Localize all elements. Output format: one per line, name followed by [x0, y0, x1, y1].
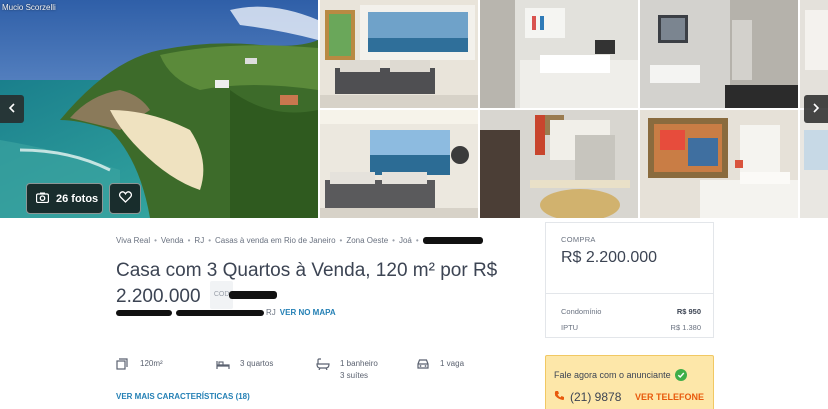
- heart-icon: [118, 190, 132, 208]
- breadcrumb: Viva Real • Venda • RJ • Casas à venda e…: [116, 236, 483, 245]
- photo-gallery: Mucio Scorzelli 26 fotos: [0, 0, 828, 218]
- breadcrumb-item[interactable]: Venda: [161, 236, 184, 245]
- feature-item: 3 quartos: [216, 358, 273, 370]
- listing-code-label: COD: [213, 291, 230, 298]
- price-card: COMPRA R$ 2.200.000 Condomínio R$ 950 IP…: [545, 222, 714, 338]
- feature-item: 120m²: [116, 358, 163, 370]
- feature-area: 120m²: [140, 359, 163, 368]
- gallery-thumbnail[interactable]: [480, 0, 638, 108]
- iptu-label: IPTU: [561, 323, 579, 332]
- feature-item: 1 vaga: [416, 358, 464, 370]
- redaction-bar: [228, 291, 277, 299]
- show-phone-button[interactable]: VER TELEFONE: [635, 392, 704, 402]
- gallery-next-button[interactable]: [804, 95, 828, 123]
- chevron-left-icon: [8, 100, 16, 118]
- gallery-thumbnail[interactable]: [800, 0, 828, 108]
- condominio-value: R$ 950: [676, 307, 701, 316]
- gallery-prev-button[interactable]: [0, 95, 24, 123]
- car-icon: [416, 358, 430, 370]
- view-on-map-link[interactable]: VER NO MAPA: [280, 308, 336, 317]
- feature-item: 1 banheiro 3 suítes: [316, 358, 378, 382]
- listing-title: Casa com 3 Quartos à Venda, 120 m² por R…: [116, 259, 536, 311]
- redaction-bar: [176, 309, 264, 316]
- gallery-thumbnail[interactable]: [800, 110, 828, 218]
- feature-bathrooms-text: 1 banheiro: [340, 359, 378, 368]
- chevron-right-icon: [812, 100, 820, 118]
- price-divider: [546, 293, 713, 294]
- breadcrumb-separator: •: [392, 236, 395, 245]
- bed-icon: [216, 358, 230, 370]
- favorite-button[interactable]: [109, 183, 141, 214]
- iptu-row: IPTU R$ 1.380: [561, 323, 701, 332]
- condominio-row: Condomínio R$ 950: [561, 307, 701, 316]
- breadcrumb-separator: •: [154, 236, 157, 245]
- gallery-thumbnail[interactable]: [640, 0, 798, 108]
- feature-suites-text: 3 suítes: [340, 371, 369, 380]
- camera-icon: [35, 192, 50, 206]
- phone-row: (21) 9878: [554, 390, 621, 404]
- breadcrumb-item[interactable]: RJ: [194, 236, 204, 245]
- breadcrumb-separator: •: [187, 236, 191, 245]
- redaction-bar: [422, 237, 483, 244]
- feature-bathrooms: 1 banheiro 3 suítes: [340, 358, 378, 382]
- feature-bedrooms: 3 quartos: [240, 359, 274, 368]
- breadcrumb-separator: •: [415, 236, 419, 245]
- gallery-thumbnail[interactable]: [320, 110, 478, 218]
- contact-box: Fale agora com o anunciante (21) 9878 VE…: [545, 355, 714, 409]
- breadcrumb-separator: •: [208, 236, 212, 245]
- phone-icon: [554, 390, 565, 404]
- iptu-value: R$ 1.380: [670, 323, 701, 332]
- price-label: COMPRA: [561, 235, 596, 244]
- bath-icon: [316, 358, 330, 371]
- contact-title: Fale agora com o anunciante: [554, 369, 687, 381]
- gallery-thumbnail[interactable]: [320, 0, 478, 108]
- features-list: 120m² 3 quartos 1 banheiro 3 suítes 1 va…: [116, 358, 516, 384]
- more-features-link[interactable]: VER MAIS CARACTERÍSTICAS (18): [116, 392, 250, 401]
- breadcrumb-item[interactable]: Viva Real: [116, 236, 150, 245]
- breadcrumb-item[interactable]: Joá: [399, 236, 412, 245]
- feature-parking: 1 vaga: [440, 359, 465, 368]
- breadcrumb-item[interactable]: Casas à venda em Rio de Janeiro: [215, 236, 336, 245]
- breadcrumb-item[interactable]: Zona Oeste: [346, 236, 388, 245]
- gallery-thumbnail[interactable]: [640, 110, 798, 218]
- area-icon: [116, 358, 130, 370]
- breadcrumb-separator: •: [339, 236, 343, 245]
- gallery-thumbnail[interactable]: [480, 110, 638, 218]
- price-value: R$ 2.200.000: [561, 249, 658, 266]
- contact-title-text: Fale agora com o anunciante: [554, 370, 671, 380]
- listing-title-text: Casa com 3 Quartos à Venda, 120 m² por R…: [116, 260, 498, 308]
- redaction-bar: [116, 309, 172, 316]
- photos-count-button[interactable]: 26 fotos: [26, 183, 103, 214]
- photos-count-label: 26 fotos: [56, 192, 99, 205]
- address-state: RJ: [266, 308, 276, 317]
- verified-check-icon: [674, 369, 687, 381]
- listing-address: RJ VER NO MAPA: [116, 308, 336, 317]
- photo-credit: Mucio Scorzelli: [2, 3, 56, 12]
- phone-number-partial: (21) 9878: [570, 390, 622, 404]
- condominio-label: Condomínio: [561, 307, 602, 316]
